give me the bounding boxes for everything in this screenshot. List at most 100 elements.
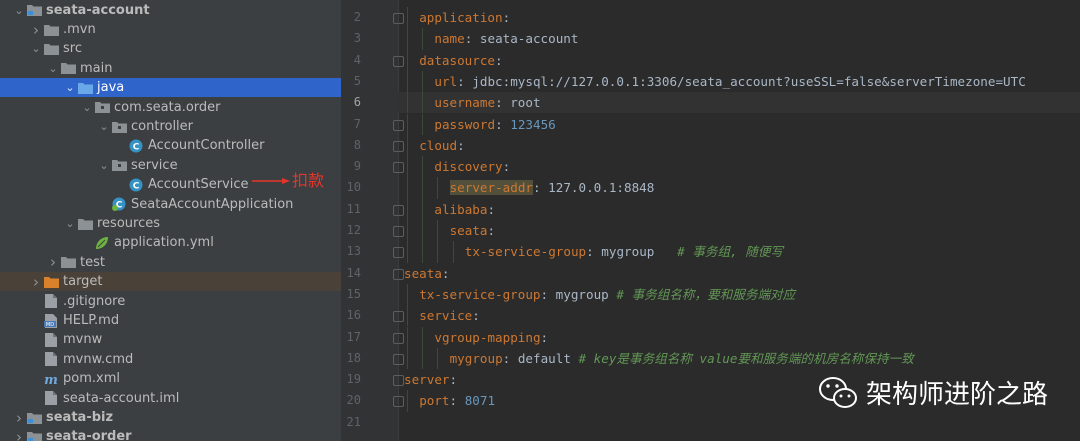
code-line[interactable]: mygroup: default # key是事务组名称 value要和服务端的… — [450, 348, 914, 369]
tree-item-accountcontroller[interactable]: C AccountController — [0, 136, 341, 155]
tree-item-help-md[interactable]: MD HELP.md — [0, 311, 341, 330]
tree-item-controller[interactable]: ⌄ controller — [0, 117, 341, 136]
tree-item-label: test — [80, 254, 105, 270]
tree-item-mvn[interactable]: › .mvn — [0, 20, 341, 39]
yaml-value: 123456 — [510, 116, 556, 132]
chevron-down-icon[interactable]: ⌄ — [46, 62, 60, 75]
indent-guide — [407, 49, 408, 71]
tree-item-src[interactable]: ⌄ src — [0, 39, 341, 58]
tree-item-label: SeataAccountApplication — [131, 196, 294, 212]
fold-marker-icon[interactable] — [393, 353, 404, 365]
indent-guide — [407, 156, 408, 178]
line-number: 15 — [346, 286, 361, 301]
code-line[interactable]: discovery: — [434, 156, 510, 177]
chevron-right-icon[interactable]: › — [29, 21, 43, 39]
yaml-key: username — [434, 95, 496, 111]
fold-marker-icon[interactable] — [393, 311, 404, 323]
indent-guide — [407, 7, 408, 29]
code-line[interactable]: application: — [419, 7, 510, 28]
tree-item-service[interactable]: ⌄ service — [0, 156, 341, 175]
yaml-key: discovery — [434, 159, 503, 175]
code-line[interactable]: password: 123456 — [434, 114, 555, 135]
tree-item-seata-account-iml[interactable]: seata-account.iml — [0, 389, 341, 408]
code-line[interactable]: alibaba: — [434, 199, 495, 220]
folder-icon — [60, 61, 76, 75]
fold-marker-icon[interactable] — [393, 268, 404, 280]
code-line[interactable]: url: jdbc:mysql://127.0.0.1:3306/seata_a… — [434, 71, 1025, 92]
fold-marker-icon[interactable] — [393, 226, 404, 237]
line-number: 8 — [353, 137, 361, 152]
tree-item-test[interactable]: › test — [0, 253, 341, 272]
fold-marker-icon[interactable] — [393, 247, 404, 259]
yaml-value: : — [540, 329, 549, 345]
tree-item-label: application.yml — [114, 235, 214, 251]
line-number: 9 — [353, 159, 361, 174]
yaml-value: : — [441, 265, 450, 281]
code-line[interactable]: port: 8071 — [419, 390, 495, 411]
code-line[interactable]: service: — [419, 305, 480, 326]
chevron-down-icon[interactable]: ⌄ — [63, 217, 77, 230]
chevron-down-icon[interactable]: ⌄ — [12, 4, 26, 17]
fold-marker-icon[interactable] — [393, 55, 404, 67]
tree-item-main[interactable]: ⌄ main — [0, 59, 341, 78]
tree-item-seataaccountapplication[interactable]: C SeataAccountApplication — [0, 195, 341, 214]
tree-item-label: AccountService — [148, 177, 249, 193]
tree-item-seata-order[interactable]: › seata-order — [0, 427, 341, 441]
code-line[interactable]: datasource: — [419, 50, 502, 71]
chevron-down-icon[interactable]: ⌄ — [63, 81, 77, 94]
tree-item-java[interactable]: ⌄ java — [0, 78, 341, 98]
code-line[interactable]: server: — [404, 369, 457, 390]
code-line[interactable]: seata: — [450, 220, 496, 241]
yaml-value: : 127.0.0.1:8848 — [533, 180, 655, 196]
chevron-down-icon[interactable]: ⌄ — [97, 159, 111, 172]
source-folder-icon — [77, 81, 93, 95]
yaml-key: seata — [449, 223, 488, 238]
tree-item-target[interactable]: › target — [0, 272, 341, 292]
fold-marker-icon[interactable] — [393, 204, 404, 216]
line-number: 5 — [353, 73, 361, 88]
tree-item-label: main — [80, 60, 113, 76]
code-line[interactable]: vgroup-mapping: — [434, 327, 548, 348]
fold-marker-icon[interactable] — [393, 140, 404, 152]
tree-item-label: HELP.md — [63, 313, 120, 329]
fold-marker-icon[interactable] — [393, 396, 404, 408]
yaml-key: server — [404, 372, 450, 388]
line-number: 6 — [353, 95, 361, 110]
tree-item-mvnw[interactable]: mvnw — [0, 330, 341, 349]
folder-icon — [60, 255, 76, 269]
tree-item-com-seata-order[interactable]: ⌄ com.seata.order — [0, 98, 341, 117]
fold-marker-icon[interactable] — [393, 119, 404, 131]
tree-item-resources[interactable]: ⌄ resources — [0, 214, 341, 233]
excluded-folder-icon — [43, 275, 59, 289]
code-line[interactable]: cloud: — [419, 135, 465, 156]
chevron-right-icon[interactable]: › — [46, 253, 60, 271]
code-line[interactable]: tx-service-group: mygroup # 事务组, 随便写 — [465, 241, 783, 262]
tree-item-seata-biz[interactable]: › seata-biz — [0, 408, 341, 427]
indent-guide — [407, 177, 408, 199]
chevron-down-icon[interactable]: ⌄ — [80, 101, 94, 114]
tree-item-label: mvnw — [63, 332, 103, 348]
chevron-down-icon[interactable]: ⌄ — [29, 42, 43, 55]
yaml-value: : — [457, 137, 465, 153]
fold-marker-icon[interactable] — [393, 332, 404, 344]
code-line[interactable]: tx-service-group: mygroup # 事务组名称，要和服务端对… — [419, 284, 795, 305]
chevron-right-icon[interactable]: › — [12, 428, 26, 441]
fold-marker-icon[interactable] — [393, 13, 404, 24]
code-line[interactable]: seata: — [404, 263, 450, 284]
tree-item-gitignore[interactable]: .gitignore — [0, 292, 341, 311]
code-line[interactable]: username: root — [434, 92, 540, 113]
fold-marker-icon[interactable] — [393, 162, 404, 174]
tree-item-label: java — [97, 80, 125, 96]
yaml-value: : — [449, 393, 465, 409]
tree-item-pom-xml[interactable]: m pom.xml — [0, 369, 341, 388]
fold-marker-icon[interactable] — [393, 375, 404, 387]
tree-item-application-yml[interactable]: application.yml — [0, 233, 341, 252]
code-line[interactable]: name: seata-account — [434, 28, 578, 49]
tree-item-mvnw-cmd[interactable]: mvnw.cmd — [0, 350, 341, 369]
chevron-right-icon[interactable]: › — [12, 409, 26, 427]
chevron-down-icon[interactable]: ⌄ — [97, 120, 111, 133]
tree-item-seata-account[interactable]: ⌄ seata-account — [0, 1, 341, 20]
module-icon — [26, 430, 42, 441]
chevron-right-icon[interactable]: › — [29, 273, 43, 291]
code-line[interactable]: server-addr: 127.0.0.1:8848 — [449, 177, 655, 198]
